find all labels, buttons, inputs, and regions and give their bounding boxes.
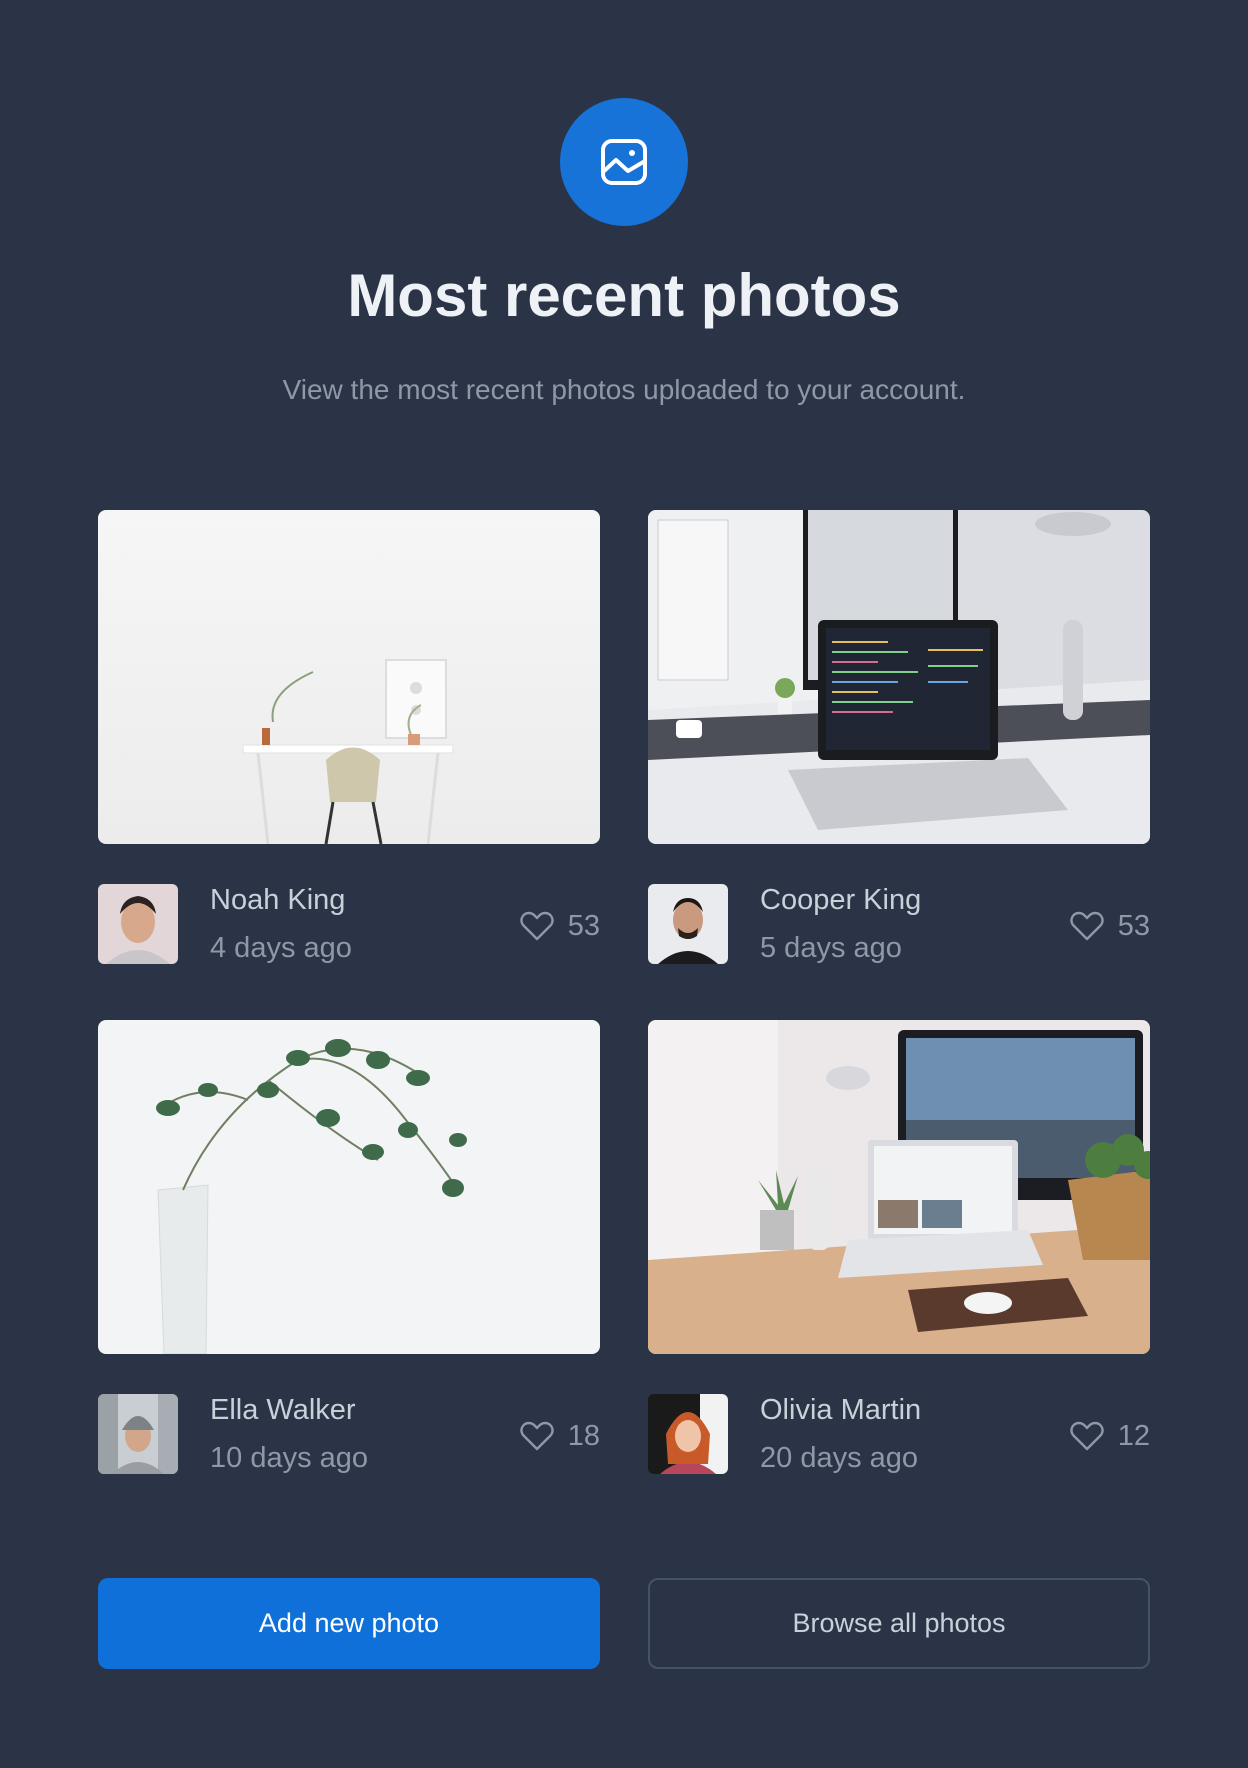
avatar[interactable] [98,1394,178,1474]
like-count: 53 [1117,910,1150,942]
author-name[interactable]: Ella Walker [210,1390,356,1430]
image-icon [560,98,688,226]
photo-meta: Cooper King 5 days ago 53 [648,884,1150,968]
heart-icon [520,911,554,941]
like-count: 53 [567,910,600,942]
photo-card[interactable]: Olivia Martin 20 days ago 12 [648,1020,1150,1478]
photo-card[interactable]: Cooper King 5 days ago 53 [648,510,1150,968]
like-button[interactable]: 53 [520,906,600,946]
upload-time: 20 days ago [760,1442,919,1474]
photo-meta: Noah King 4 days ago 53 [98,884,600,968]
author-name[interactable]: Cooper King [760,880,921,920]
avatar[interactable] [648,884,728,964]
like-button[interactable]: 18 [520,1416,600,1456]
heart-icon [520,1421,554,1451]
heart-icon [1070,1421,1104,1451]
photo-thumbnail[interactable] [98,1020,600,1354]
author-name[interactable]: Noah King [210,880,345,920]
photo-thumbnail[interactable] [98,510,600,844]
photo-card[interactable]: Ella Walker 10 days ago 18 [98,1020,600,1478]
like-button[interactable]: 53 [1070,906,1150,946]
upload-time: 4 days ago [210,932,352,964]
photos-panel: Most recent photos View the most recent … [0,0,1248,1768]
photo-meta: Ella Walker 10 days ago 18 [98,1394,600,1478]
photo-card[interactable]: Noah King 4 days ago 53 [98,510,600,968]
avatar[interactable] [98,884,178,964]
author-name[interactable]: Olivia Martin [760,1390,921,1430]
heart-icon [1070,911,1104,941]
like-count: 12 [1117,1420,1150,1452]
like-button[interactable]: 12 [1070,1416,1150,1456]
upload-time: 5 days ago [760,932,902,964]
avatar[interactable] [648,1394,728,1474]
page-subtitle: View the most recent photos uploaded to … [282,374,966,405]
page-title: Most recent photos [347,262,901,329]
like-count: 18 [567,1420,600,1452]
photo-meta: Olivia Martin 20 days ago 12 [648,1394,1150,1478]
upload-time: 10 days ago [210,1442,369,1474]
browse-all-photos-button[interactable]: Browse all photos [648,1578,1150,1669]
add-new-photo-button[interactable]: Add new photo [98,1578,600,1669]
photo-thumbnail[interactable] [648,510,1150,844]
photo-thumbnail[interactable] [648,1020,1150,1354]
